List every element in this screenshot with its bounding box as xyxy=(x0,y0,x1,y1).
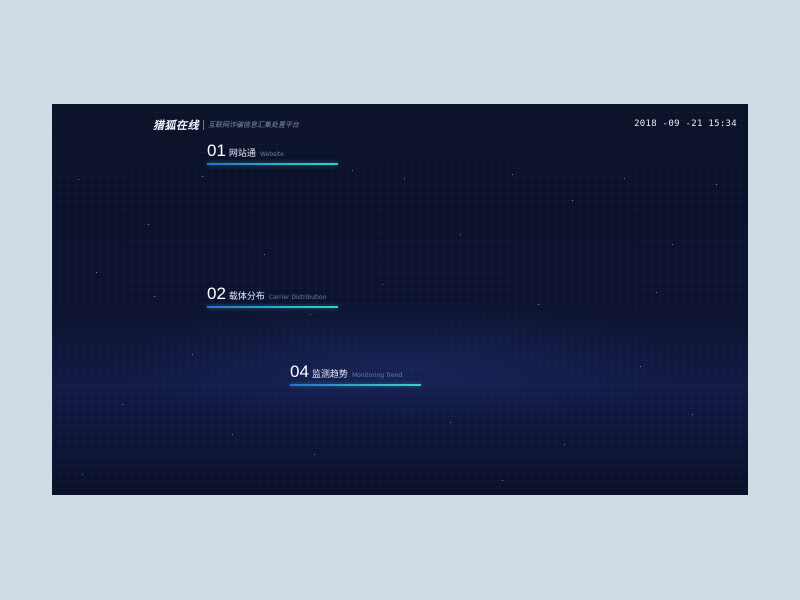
section-underline xyxy=(207,306,338,308)
star xyxy=(512,174,513,175)
section-title-cn: 监测趋势 xyxy=(311,370,348,380)
star xyxy=(310,314,311,315)
star xyxy=(122,404,123,405)
star xyxy=(564,444,565,445)
section-number: 02 xyxy=(207,284,226,303)
brand-name: 猎狐在线 xyxy=(153,119,199,132)
section-carrier-distribution: 02 载体分布 Carrier Distribution xyxy=(207,284,338,308)
section-number: 04 xyxy=(290,362,309,381)
star xyxy=(96,272,97,273)
star xyxy=(382,284,383,285)
star xyxy=(154,296,155,297)
section-number: 01 xyxy=(207,141,226,160)
star xyxy=(672,244,673,245)
section-title-cn: 载体分布 xyxy=(228,292,265,302)
star xyxy=(404,178,405,179)
star xyxy=(716,184,717,185)
section-title-en: Carrier Distribution xyxy=(268,294,327,301)
star xyxy=(314,454,315,455)
section-title-en: Monitoring Trend xyxy=(351,372,403,379)
section-title-cn: 网站通 xyxy=(228,149,256,159)
star xyxy=(502,480,503,481)
header-datetime: 2018 -09 -21 15:34 xyxy=(634,119,737,129)
section-underline xyxy=(207,163,338,165)
brand-subtitle: 互联网诈骗信息汇集处置平台 xyxy=(208,121,299,129)
section-title-en: Website xyxy=(259,151,284,158)
star xyxy=(624,178,625,179)
star xyxy=(450,422,451,423)
starfield xyxy=(52,104,748,495)
star xyxy=(232,434,233,435)
star xyxy=(148,224,149,225)
section-website: 01 网站通 Website xyxy=(207,141,338,165)
section-monitoring-trend: 04 监测趋势 Monitoring Trend xyxy=(290,362,421,386)
star xyxy=(82,474,83,475)
brand-divider xyxy=(203,120,204,130)
star xyxy=(78,179,79,180)
star xyxy=(692,414,693,415)
star xyxy=(192,354,193,355)
star xyxy=(656,292,657,293)
star xyxy=(264,254,265,255)
section-underline xyxy=(290,384,421,386)
star xyxy=(640,366,641,367)
star xyxy=(572,200,573,201)
star xyxy=(202,176,203,177)
star xyxy=(538,304,539,305)
star xyxy=(460,234,461,235)
star xyxy=(352,170,353,171)
dashboard-screen: 猎狐在线 互联网诈骗信息汇集处置平台 2018 -09 -21 15:34 01… xyxy=(52,104,748,495)
brand: 猎狐在线 互联网诈骗信息汇集处置平台 xyxy=(153,117,299,133)
